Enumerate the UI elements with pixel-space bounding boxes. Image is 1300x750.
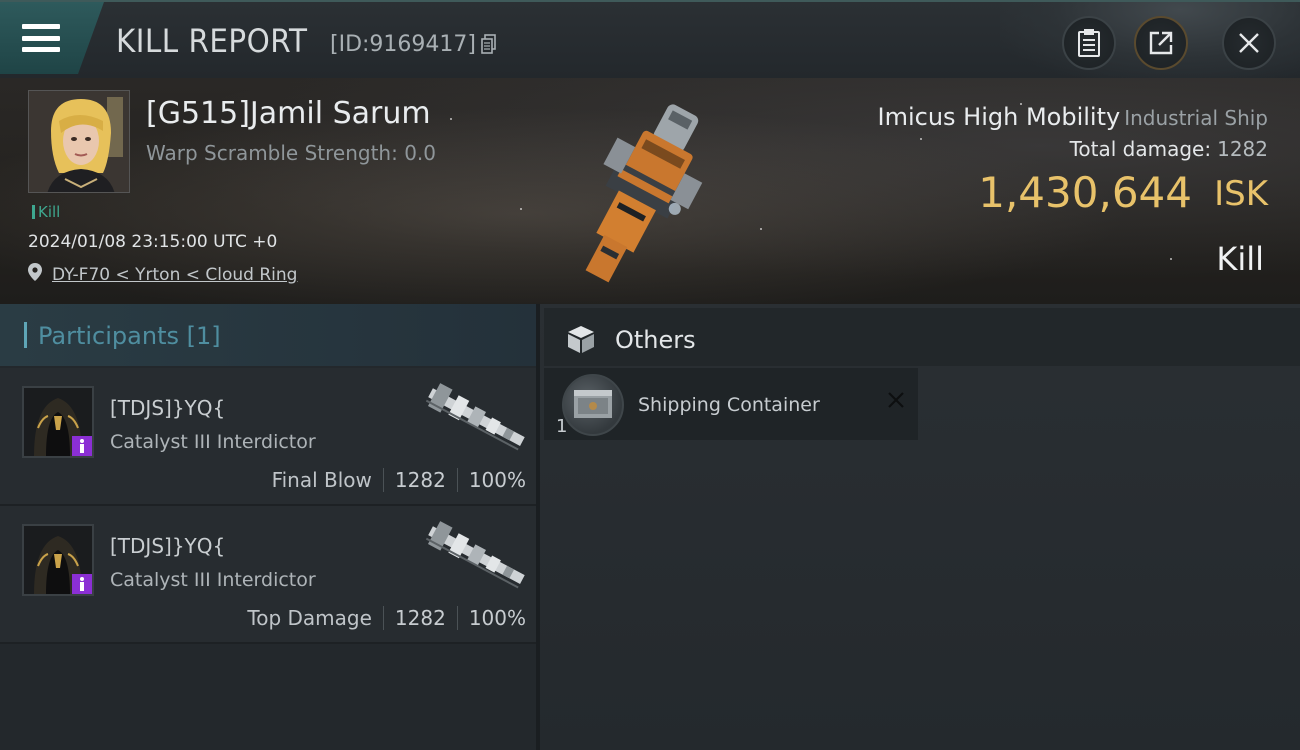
participant-damage: 1282: [394, 606, 446, 630]
participant-name[interactable]: [TDJS]}YQ{: [110, 534, 225, 558]
ship-name: Imicus High Mobility Industrial Ship: [878, 103, 1268, 131]
copy-icon[interactable]: [481, 34, 497, 54]
victim-portrait[interactable]: [28, 90, 130, 193]
close-icon[interactable]: [886, 390, 906, 410]
loot-item[interactable]: 1 Shipping Container: [544, 368, 918, 440]
kill-location-link[interactable]: DY-F70 < Yrton < Cloud Ring: [52, 265, 297, 285]
participant-percent: 100%: [468, 468, 526, 492]
report-button[interactable]: [1062, 16, 1116, 70]
participant-row[interactable]: [TDJS]}YQ{ Catalyst III Interdictor Top …: [0, 506, 536, 644]
total-damage: Total damage: 1282: [1070, 137, 1268, 161]
kill-timestamp: 2024/01/08 23:15:00 UTC +0: [28, 232, 278, 252]
info-icon: [80, 439, 84, 453]
participants-header[interactable]: Participants [1]: [0, 304, 536, 366]
ship-class: Industrial Ship: [1124, 106, 1268, 130]
others-header: Others: [544, 308, 1300, 366]
participant-row[interactable]: [TDJS]}YQ{ Catalyst III Interdictor Fina…: [0, 368, 536, 506]
participant-avatar[interactable]: [22, 386, 94, 458]
participant-stat-label: Top Damage: [247, 606, 372, 630]
ship-model: Imicus High Mobility: [877, 103, 1121, 131]
close-button[interactable]: [1222, 16, 1276, 70]
item-name: Shipping Container: [638, 394, 820, 416]
others-title: Others: [615, 326, 696, 354]
container-graphic: [574, 390, 612, 418]
participant-stats: Final Blow 1282 100%: [272, 468, 526, 492]
victim-name[interactable]: [G515]Jamil Sarum: [146, 96, 431, 131]
report-id: [ID:9169417]: [330, 32, 476, 57]
weapon-module-icon: [425, 383, 525, 451]
info-badge: [72, 436, 92, 456]
participants-title: Participants [1]: [38, 322, 221, 350]
kill-result: Kill: [1216, 240, 1264, 278]
item-quantity: 1: [556, 416, 568, 437]
isk-unit: ISK: [1214, 174, 1268, 214]
isk-value: 1,430,644: [978, 168, 1192, 217]
kill-tag: Kill: [32, 203, 60, 221]
menu-icon: [22, 24, 60, 52]
weapon-module-icon: [425, 521, 525, 589]
ship-image: [585, 104, 703, 283]
participant-percent: 100%: [468, 606, 526, 630]
top-bar: KILL REPORT [ID:9169417]: [0, 0, 1300, 80]
shipping-container-icon: [562, 374, 624, 436]
box-icon: [568, 326, 594, 353]
others-panel: Others 1 Shipping Container: [540, 304, 1300, 750]
close-icon: [1239, 33, 1259, 53]
warp-scramble-strength: Warp Scramble Strength: 0.0: [146, 141, 437, 165]
participant-ship: Catalyst III Interdictor: [110, 569, 316, 591]
info-icon: [80, 577, 84, 591]
share-icon: [1149, 31, 1173, 55]
participant-stat-label: Final Blow: [271, 468, 372, 492]
participant-stats: Top Damage 1282 100%: [247, 606, 526, 630]
participant-ship: Catalyst III Interdictor: [110, 431, 316, 453]
share-button[interactable]: [1134, 16, 1188, 70]
participants-panel: Participants [1] [TDJS]}YQ{ Catalyst III…: [0, 304, 540, 750]
menu-button[interactable]: [0, 2, 104, 74]
participant-name[interactable]: [TDJS]}YQ{: [110, 396, 225, 420]
total-damage-value: 1282: [1217, 137, 1268, 161]
clipboard-icon: [1078, 29, 1100, 57]
participant-damage: 1282: [394, 468, 446, 492]
page-title: KILL REPORT: [116, 22, 308, 60]
map-pin-icon: [28, 263, 42, 281]
info-badge: [72, 574, 92, 594]
total-damage-label: Total damage:: [1069, 137, 1212, 161]
character-portrait-image: [29, 91, 129, 192]
participant-avatar[interactable]: [22, 524, 94, 596]
